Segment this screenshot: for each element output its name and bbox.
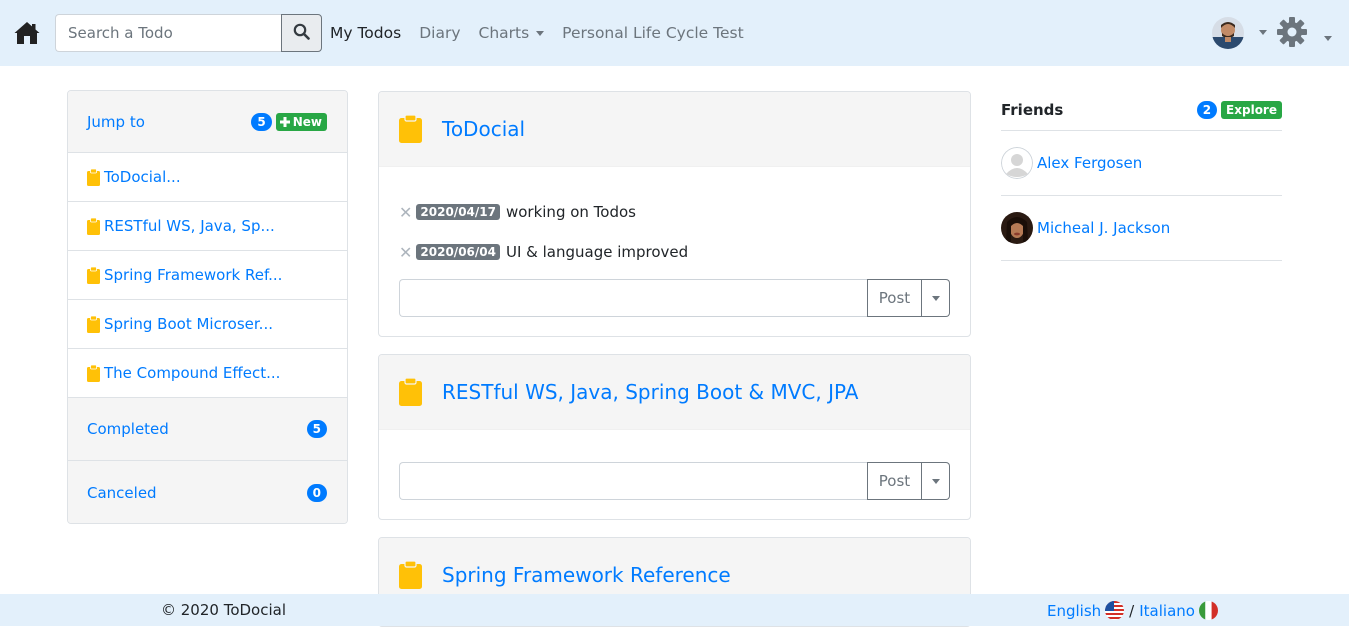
copyright: © 2020 ToDocial <box>161 601 287 619</box>
remove-entry-icon[interactable]: ✕ <box>399 243 412 262</box>
entry-text: working on Todos <box>505 203 636 221</box>
canceled-link: Canceled <box>87 483 157 502</box>
home-icon[interactable] <box>14 21 40 45</box>
avatar <box>1001 147 1033 179</box>
remove-entry-icon[interactable]: ✕ <box>399 203 412 222</box>
clipboard-icon <box>399 378 422 406</box>
todo-card-header: RESTful WS, Java, Spring Boot & MVC, JPA <box>379 355 970 430</box>
post-options-dropdown[interactable] <box>922 279 950 317</box>
clipboard-icon <box>87 168 100 186</box>
sidebar-item-label: ToDocial... <box>104 168 181 186</box>
entry-date-badge: 2020/06/04 <box>416 244 500 260</box>
friend-name: Alex Fergosen <box>1037 154 1143 172</box>
top-navbar: My Todos Diary Charts Personal Life Cycl… <box>0 0 1349 66</box>
sidebar-item-restful[interactable]: RESTful WS, Java, Sp... <box>68 202 347 251</box>
new-todo-label: New <box>292 114 322 129</box>
friends-count-badge: 2 <box>1196 101 1218 119</box>
user-avatar[interactable] <box>1212 17 1244 49</box>
completed-count-badge: 5 <box>306 420 327 438</box>
gear-icon[interactable] <box>1276 16 1308 48</box>
clipboard-icon <box>399 561 422 589</box>
search-input[interactable] <box>55 14 281 52</box>
sidebar-item-label: Spring Framework Ref... <box>104 266 283 284</box>
friends-panel: Friends 2 Explore Alex Fergosen Micheal … <box>1001 90 1282 261</box>
user-menu-chevron-icon[interactable] <box>1259 30 1267 35</box>
post-options-dropdown[interactable] <box>922 462 950 500</box>
sidebar-item-label: RESTful WS, Java, Sp... <box>104 217 275 235</box>
nav-diary[interactable]: Diary <box>419 24 460 42</box>
friend-item[interactable]: Alex Fergosen <box>1001 131 1282 196</box>
sidebar-completed[interactable]: Completed 5 <box>68 398 347 461</box>
italy-flag-icon[interactable] <box>1198 601 1218 620</box>
new-todo-button[interactable]: New <box>275 112 327 131</box>
nav-my-todos[interactable]: My Todos <box>330 24 401 42</box>
jump-to-link[interactable]: Jump to <box>87 113 145 131</box>
sidebar-item-compound-effect[interactable]: The Compound Effect... <box>68 349 347 398</box>
todo-card: ToDocial ✕ 2020/04/17 working on Todos ✕… <box>378 91 971 337</box>
friends-title: Friends <box>1001 101 1064 119</box>
canceled-count-badge: 0 <box>306 483 327 502</box>
entry-text: UI & language improved <box>505 243 689 261</box>
chevron-down-icon <box>536 31 545 36</box>
nav-personal-life-cycle-test[interactable]: Personal Life Cycle Test <box>562 24 744 42</box>
completed-badge-wrap: 5 <box>306 420 327 438</box>
todo-entry: ✕ 2020/04/17 working on Todos <box>379 192 970 232</box>
clipboard-icon <box>87 364 100 382</box>
avatar <box>1001 212 1033 244</box>
completed-link: Completed <box>87 420 169 438</box>
lang-english-link[interactable]: English <box>1047 602 1101 620</box>
entry-date-badge: 2020/04/17 <box>416 204 500 220</box>
us-flag-icon[interactable] <box>1105 601 1125 620</box>
search-button[interactable] <box>281 14 322 52</box>
lang-separator: / <box>1129 601 1135 620</box>
clipboard-icon <box>87 217 100 235</box>
search-icon <box>293 23 310 43</box>
todo-entry: ✕ 2020/06/04 UI & language improved <box>379 232 970 272</box>
todo-title[interactable]: Spring Framework Reference <box>442 563 731 587</box>
search-form <box>55 14 322 52</box>
settings-chevron-icon[interactable] <box>1324 36 1332 41</box>
sidebar-item-todocial[interactable]: ToDocial... <box>68 153 347 202</box>
friends-badges: 2 Explore <box>1196 101 1282 119</box>
nav-charts-dropdown[interactable]: Charts <box>479 24 545 42</box>
lang-italiano-link[interactable]: Italiano <box>1139 602 1195 620</box>
post-form: Post <box>399 279 950 317</box>
post-input[interactable] <box>399 462 867 500</box>
clipboard-icon <box>87 315 100 333</box>
chevron-down-icon <box>931 478 940 484</box>
language-switcher: English / Italiano <box>1047 601 1223 620</box>
nav-charts-label: Charts <box>478 24 530 42</box>
footer: © 2020 ToDocial English / Italiano <box>0 594 1349 626</box>
post-input[interactable] <box>399 279 867 317</box>
friend-name: Micheal J. Jackson <box>1037 219 1171 237</box>
plus-icon <box>279 116 290 127</box>
friends-header: Friends 2 Explore <box>1001 90 1282 131</box>
explore-button[interactable]: Explore <box>1221 101 1282 119</box>
clipboard-icon <box>87 266 100 284</box>
todo-count-badge: 5 <box>251 112 272 131</box>
jump-to-badges: 5 New <box>251 112 327 131</box>
clipboard-icon <box>399 115 422 143</box>
todo-title[interactable]: RESTful WS, Java, Spring Boot & MVC, JPA <box>442 380 858 404</box>
todo-card-header: ToDocial <box>379 92 970 167</box>
canceled-badge-wrap: 0 <box>306 483 327 502</box>
jump-to-header: Jump to 5 New <box>68 91 347 153</box>
jump-to-sidebar: Jump to 5 New ToDocial... RESTful WS, Ja… <box>67 90 348 524</box>
todo-card: RESTful WS, Java, Spring Boot & MVC, JPA… <box>378 354 971 520</box>
todo-title[interactable]: ToDocial <box>442 117 525 141</box>
friend-item[interactable]: Micheal J. Jackson <box>1001 196 1282 261</box>
sidebar-item-label: The Compound Effect... <box>104 364 281 382</box>
sidebar-item-spring-boot[interactable]: Spring Boot Microser... <box>68 300 347 349</box>
sidebar-item-label: Spring Boot Microser... <box>104 315 273 333</box>
post-button[interactable]: Post <box>867 279 922 317</box>
post-button[interactable]: Post <box>867 462 922 500</box>
chevron-down-icon <box>931 295 940 301</box>
sidebar-item-spring-framework[interactable]: Spring Framework Ref... <box>68 251 347 300</box>
main-nav: My Todos Diary Charts Personal Life Cycl… <box>330 0 762 66</box>
sidebar-canceled[interactable]: Canceled 0 <box>68 461 347 523</box>
post-form: Post <box>399 462 950 500</box>
